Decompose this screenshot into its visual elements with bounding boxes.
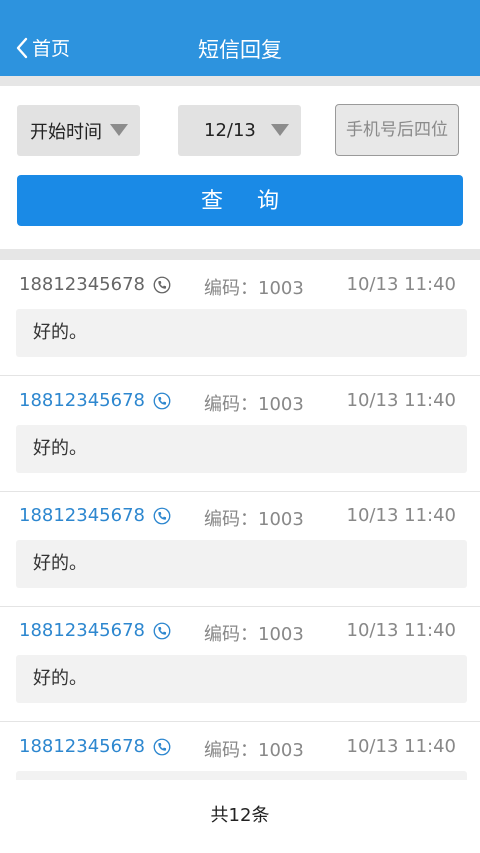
timestamp: 10/13 11:40 <box>346 505 456 526</box>
phone-call-icon[interactable] <box>153 507 171 525</box>
divider <box>0 249 480 260</box>
app-header: 首页 短信回复 <box>0 0 480 76</box>
phone-number[interactable]: 18812345678 <box>19 274 171 295</box>
list-item[interactable]: 18812345678 编码：1003 10/13 11:40 好的。 <box>0 376 480 492</box>
query-button[interactable]: 查 询 <box>17 175 463 226</box>
message-content: 好的。 <box>16 655 467 703</box>
phone-number[interactable]: 18812345678 <box>19 736 171 757</box>
start-time-dropdown[interactable]: 开始时间 <box>17 105 140 156</box>
list-item[interactable]: 18812345678 编码：1003 10/13 11:40 好的。 <box>0 491 480 607</box>
list-item[interactable]: 18812345678 编码：1003 10/13 11:40 好的。 <box>0 260 480 376</box>
phone-last-four-input[interactable] <box>335 104 459 156</box>
caret-down-icon <box>271 124 289 136</box>
phone-number[interactable]: 18812345678 <box>19 390 171 411</box>
list-item[interactable]: 18812345678 编码：1003 10/13 11:40 <box>0 722 480 780</box>
start-time-label: 开始时间 <box>30 121 102 143</box>
message-content: 好的。 <box>16 425 467 473</box>
code-label: 编码：1003 <box>204 509 304 530</box>
code-label: 编码：1003 <box>204 394 304 415</box>
total-count: 共12条 <box>210 805 270 826</box>
message-list[interactable]: 18812345678 编码：1003 10/13 11:40 好的。 1881… <box>0 260 480 780</box>
phone-call-icon[interactable] <box>153 276 171 294</box>
timestamp: 10/13 11:40 <box>346 274 456 295</box>
message-content: 好的。 <box>16 540 467 588</box>
phone-call-icon[interactable] <box>153 738 171 756</box>
caret-down-icon <box>110 124 128 136</box>
footer: 共12条 <box>0 780 480 853</box>
timestamp: 10/13 11:40 <box>346 620 456 641</box>
phone-number[interactable]: 18812345678 <box>19 505 171 526</box>
phone-number-text: 18812345678 <box>19 505 145 526</box>
code-label: 编码：1003 <box>204 624 304 645</box>
phone-call-icon[interactable] <box>153 392 171 410</box>
phone-call-icon[interactable] <box>153 622 171 640</box>
phone-number-text: 18812345678 <box>19 274 145 295</box>
phone-number-text: 18812345678 <box>19 736 145 757</box>
phone-number-text: 18812345678 <box>19 620 145 641</box>
code-label: 编码：1003 <box>204 278 304 299</box>
phone-number-text: 18812345678 <box>19 390 145 411</box>
phone-number[interactable]: 18812345678 <box>19 620 171 641</box>
timestamp: 10/13 11:40 <box>346 736 456 757</box>
message-content: 好的。 <box>16 309 467 357</box>
date-dropdown[interactable]: 12/13 <box>178 105 301 156</box>
page-title: 短信回复 <box>198 38 282 62</box>
timestamp: 10/13 11:40 <box>346 390 456 411</box>
divider <box>0 76 480 86</box>
code-label: 编码：1003 <box>204 740 304 761</box>
date-value: 12/13 <box>204 120 256 141</box>
list-item[interactable]: 18812345678 编码：1003 10/13 11:40 好的。 <box>0 606 480 722</box>
message-content <box>16 771 467 780</box>
